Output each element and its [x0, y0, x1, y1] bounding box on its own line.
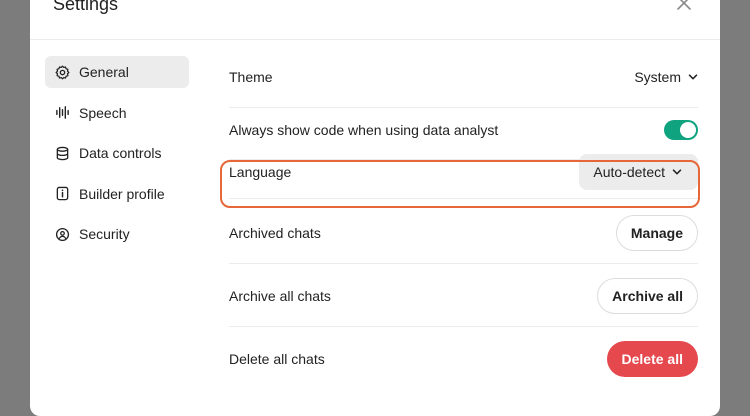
id-card-icon [55, 186, 70, 201]
sidebar-item-general[interactable]: General [45, 56, 189, 88]
dialog-header: Settings [30, 0, 720, 40]
archive-all-row: Archive all chats Archive all [229, 276, 698, 316]
archived-chats-label: Archived chats [229, 225, 321, 241]
theme-label: Theme [229, 69, 273, 85]
language-row: Language Auto-detect [229, 152, 698, 192]
waveform-icon [55, 105, 70, 120]
sidebar-item-label: Data controls [79, 145, 162, 161]
code-label: Always show code when using data analyst [229, 122, 499, 138]
close-icon[interactable] [676, 0, 692, 11]
code-row: Always show code when using data analyst [229, 117, 698, 143]
database-icon [55, 146, 70, 161]
divider [229, 198, 698, 199]
theme-dropdown[interactable]: System [634, 69, 698, 85]
sidebar-item-builder-profile[interactable]: Builder profile [45, 178, 189, 210]
sidebar-item-security[interactable]: Security [45, 218, 189, 250]
language-label: Language [229, 164, 292, 180]
language-value: Auto-detect [593, 164, 665, 180]
archive-all-label: Archive all chats [229, 288, 331, 304]
divider [229, 107, 698, 108]
sidebar-item-speech[interactable]: Speech [45, 97, 189, 129]
language-dropdown[interactable]: Auto-detect [579, 154, 698, 190]
archive-all-button[interactable]: Archive all [597, 278, 698, 314]
divider [229, 263, 698, 264]
chevron-down-icon [688, 69, 698, 85]
delete-all-row: Delete all chats Delete all [229, 339, 698, 379]
shield-icon [55, 227, 70, 242]
sidebar-item-label: Builder profile [79, 185, 165, 202]
sidebar-item-label: Security [79, 226, 130, 242]
manage-button[interactable]: Manage [615, 215, 698, 251]
toggle-knob [680, 122, 696, 138]
theme-value: System [634, 69, 681, 85]
delete-all-button[interactable]: Delete all [606, 341, 698, 377]
delete-all-label: Delete all chats [229, 351, 325, 367]
dialog-title: Settings [53, 0, 119, 14]
divider [229, 326, 698, 327]
gear-icon [55, 65, 70, 80]
settings-dialog: Settings General Speech Data controls Bu… [30, 0, 720, 416]
sidebar-item-label: General [79, 64, 129, 80]
archived-chats-row: Archived chats Manage [229, 213, 698, 253]
theme-row: Theme System [229, 64, 698, 90]
settings-sidebar: General Speech Data controls Builder pro… [45, 56, 189, 259]
sidebar-item-label: Speech [79, 104, 127, 121]
chevron-down-icon [672, 164, 682, 180]
sidebar-item-data-controls[interactable]: Data controls [45, 137, 189, 169]
code-toggle[interactable] [664, 120, 698, 140]
